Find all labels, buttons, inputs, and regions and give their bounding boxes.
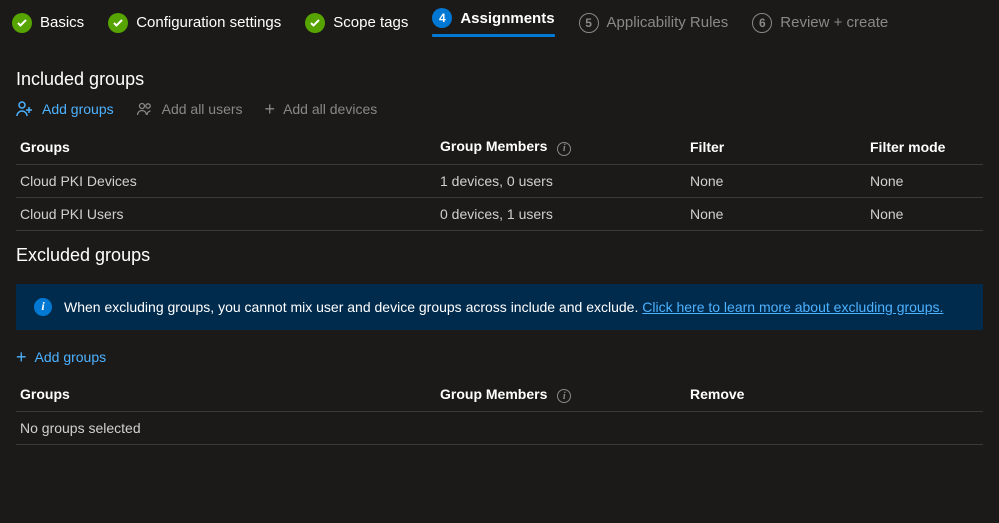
col-filter: Filter — [690, 139, 870, 155]
wizard-step-label: Applicability Rules — [607, 14, 729, 31]
add-groups-button[interactable]: Add groups — [16, 100, 114, 118]
info-icon[interactable]: i — [557, 389, 571, 403]
wizard-step-applicability[interactable]: 5 Applicability Rules — [579, 13, 729, 33]
excluded-table: Groups Group Members i Remove No groups … — [16, 378, 983, 446]
add-all-devices-button[interactable]: + Add all devices — [265, 100, 378, 118]
included-table-header: Groups Group Members i Filter Filter mod… — [16, 130, 983, 165]
cell-filter: None — [690, 173, 870, 189]
info-icon[interactable]: i — [557, 142, 571, 156]
cell-members: 0 devices, 1 users — [440, 206, 690, 222]
col-filter-mode: Filter mode — [870, 139, 979, 155]
excluded-toolbar: + Add groups — [16, 348, 983, 366]
empty-text: No groups selected — [20, 420, 440, 436]
cell-members: 1 devices, 0 users — [440, 173, 690, 189]
info-icon: i — [34, 298, 52, 316]
people-icon — [136, 100, 154, 118]
excluded-heading: Excluded groups — [16, 245, 983, 266]
wizard-step-review[interactable]: 6 Review + create — [752, 13, 888, 33]
cell-filter-mode: None — [870, 206, 979, 222]
col-groups: Groups — [20, 139, 440, 155]
wizard-step-label: Basics — [40, 14, 84, 31]
plus-icon: + — [16, 348, 27, 366]
cell-filter-mode: None — [870, 173, 979, 189]
cell-filter: None — [690, 206, 870, 222]
add-all-devices-label: Add all devices — [283, 101, 377, 117]
table-row[interactable]: Cloud PKI Devices 1 devices, 0 users Non… — [16, 165, 983, 198]
wizard-step-config[interactable]: Configuration settings — [108, 13, 281, 33]
wizard-step-assignments[interactable]: 4 Assignments — [432, 8, 554, 28]
wizard-step-label: Scope tags — [333, 14, 408, 31]
wizard-steps: Basics Configuration settings Scope tags… — [0, 0, 999, 47]
add-person-icon — [16, 100, 34, 118]
included-table: Groups Group Members i Filter Filter mod… — [16, 130, 983, 231]
col-remove: Remove — [690, 386, 979, 402]
table-row-empty: No groups selected — [16, 412, 983, 445]
excluded-table-header: Groups Group Members i Remove — [16, 378, 983, 413]
included-heading: Included groups — [16, 69, 983, 90]
active-underline — [432, 34, 554, 37]
col-members: Group Members i — [440, 386, 690, 404]
wizard-step-basics[interactable]: Basics — [12, 13, 84, 33]
add-groups-label: Add groups — [35, 349, 107, 365]
col-members: Group Members i — [440, 138, 690, 156]
banner-text: When excluding groups, you cannot mix us… — [64, 299, 943, 315]
add-groups-label: Add groups — [42, 101, 114, 117]
step-number-icon: 6 — [752, 13, 772, 33]
step-number-icon: 5 — [579, 13, 599, 33]
banner-link[interactable]: Click here to learn more about excluding… — [642, 299, 943, 315]
info-banner: i When excluding groups, you cannot mix … — [16, 284, 983, 330]
add-all-users-button[interactable]: Add all users — [136, 100, 243, 118]
table-row[interactable]: Cloud PKI Users 0 devices, 1 users None … — [16, 198, 983, 231]
check-icon — [305, 13, 325, 33]
cell-group: Cloud PKI Devices — [20, 173, 440, 189]
cell-group: Cloud PKI Users — [20, 206, 440, 222]
step-number-icon: 4 — [432, 8, 452, 28]
plus-icon: + — [265, 100, 276, 118]
add-groups-button[interactable]: + Add groups — [16, 348, 106, 366]
check-icon — [108, 13, 128, 33]
wizard-step-scope-tags[interactable]: Scope tags — [305, 13, 408, 33]
add-all-users-label: Add all users — [162, 101, 243, 117]
included-toolbar: Add groups Add all users + Add all devic… — [16, 100, 983, 118]
check-icon — [12, 13, 32, 33]
wizard-step-label: Configuration settings — [136, 14, 281, 31]
wizard-step-label: Assignments — [460, 10, 554, 27]
wizard-step-label: Review + create — [780, 14, 888, 31]
col-groups: Groups — [20, 386, 440, 402]
